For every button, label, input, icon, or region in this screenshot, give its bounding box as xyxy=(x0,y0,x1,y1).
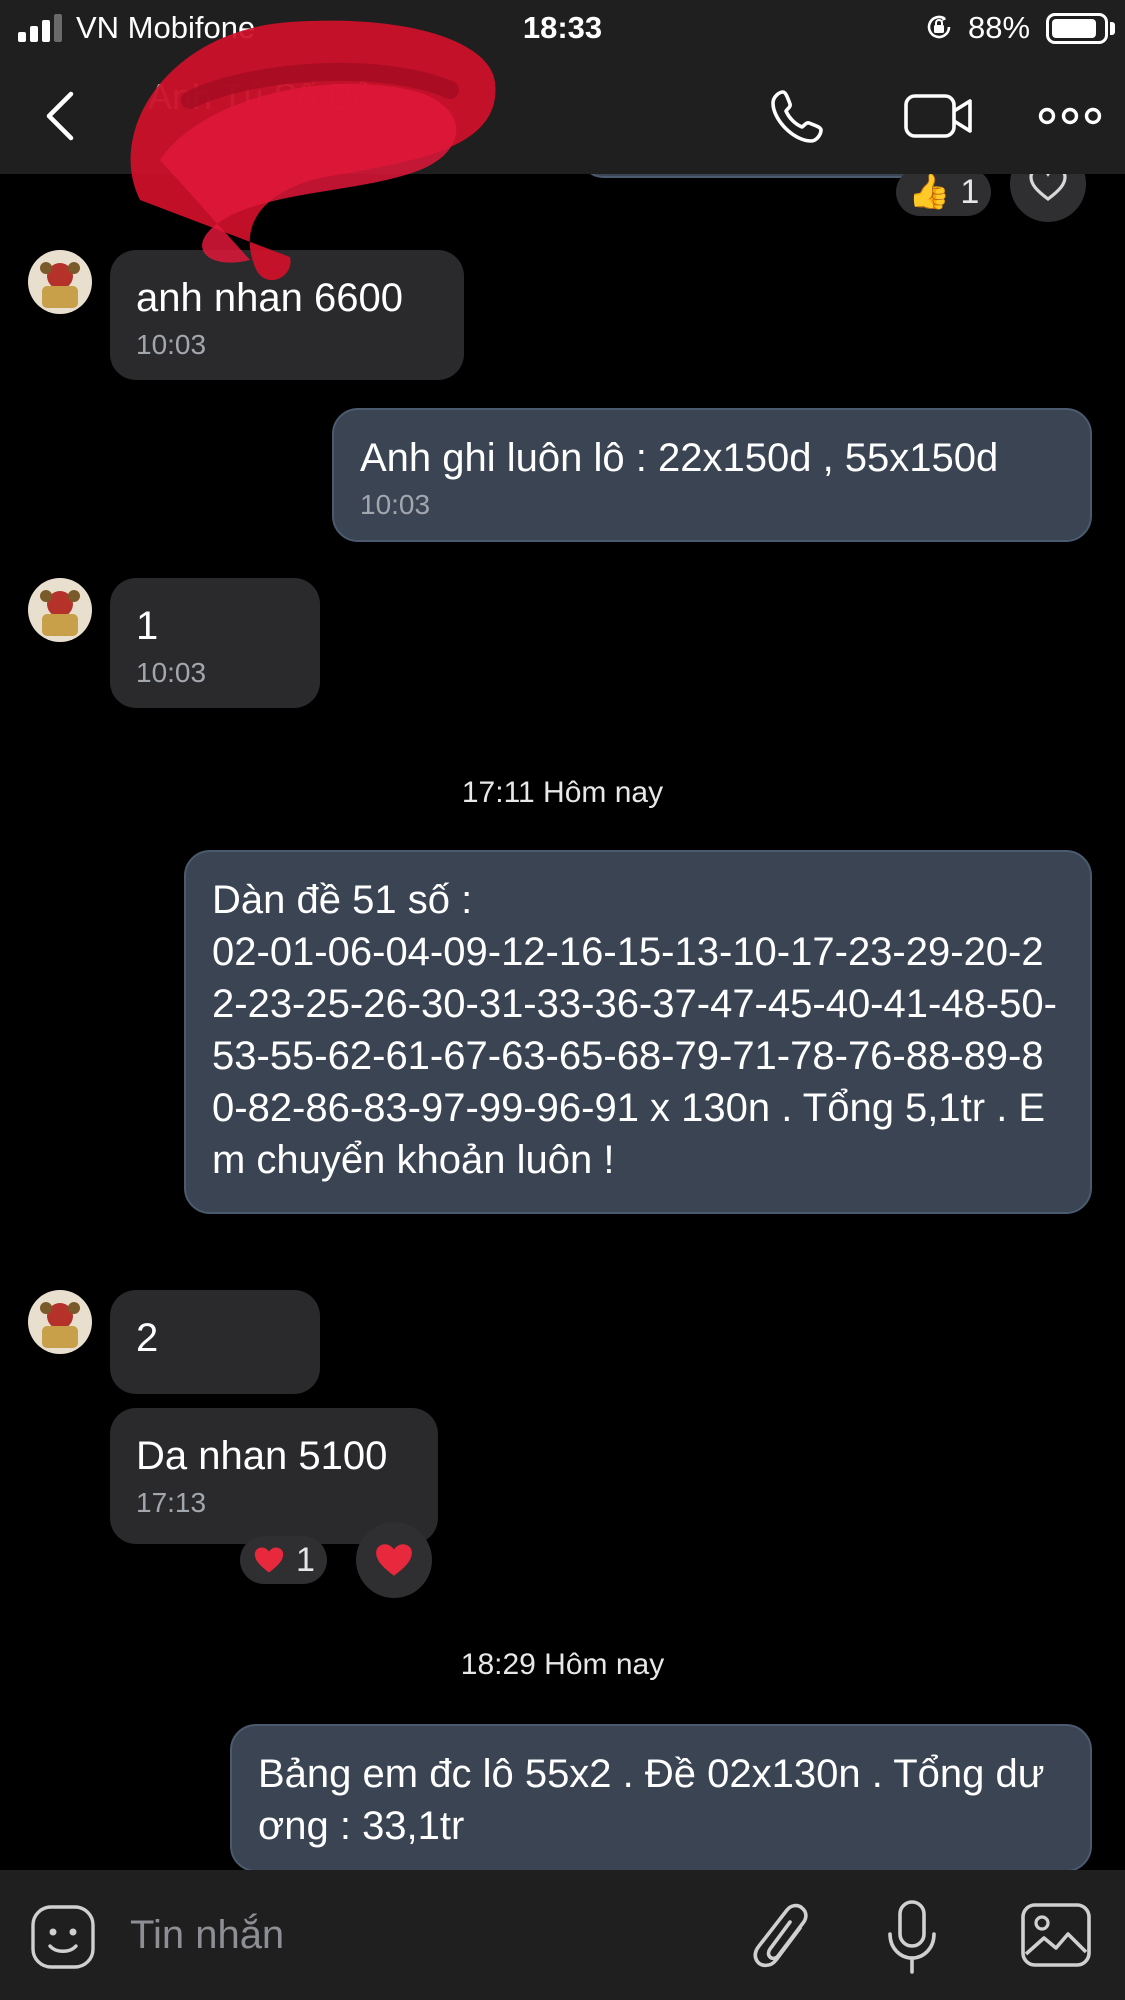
message-bubble[interactable]: 2 xyxy=(110,1290,320,1394)
message-text: 2 xyxy=(136,1316,159,1360)
battery-icon xyxy=(1046,13,1108,44)
battery-tip xyxy=(1110,22,1115,35)
avatar-image xyxy=(28,250,92,314)
message-text: Anh ghi luôn lô : 22x150d , 55x150d xyxy=(360,436,999,480)
date-separator: 18:29 Hôm nay xyxy=(460,1648,665,1681)
avatar[interactable] xyxy=(28,250,92,314)
message-time: 10:03 xyxy=(136,329,207,360)
reaction-count: 1 xyxy=(296,1540,315,1579)
voice-call-button[interactable] xyxy=(758,58,838,174)
message-bubble[interactable]: 1 10:03 xyxy=(110,578,320,708)
message-input[interactable] xyxy=(128,1900,728,1970)
sticker-icon[interactable] xyxy=(30,1904,96,1970)
video-call-button[interactable] xyxy=(890,58,988,174)
date-separator: 17:11 Hôm nay xyxy=(461,776,664,809)
phone-icon xyxy=(771,90,823,143)
video-camera-icon xyxy=(904,94,972,138)
image-icon[interactable] xyxy=(1020,1902,1092,1968)
avatar-image xyxy=(28,578,92,642)
message-text: Bảng em đc lô 55x2 . Đề 02x130n . Tổng d… xyxy=(258,1752,1045,1848)
message-time: 17:13 xyxy=(136,1487,207,1518)
battery-level xyxy=(1052,19,1096,38)
message-text: anh nhan 6600 xyxy=(136,276,403,320)
rotation-lock-icon xyxy=(927,15,951,39)
message-bubble[interactable]: Dàn đề 51 số : 02-01-06-04-09-12-16-15-1… xyxy=(184,850,1092,1214)
thumbs-up-icon: 👍 xyxy=(908,174,951,211)
message-bubble[interactable]: anh nhan 6600 10:03 xyxy=(110,250,464,380)
message-list[interactable]: 👍 1 anh nhan 6600 10:03 Anh ghi luôn lô … xyxy=(0,174,1125,1870)
message-text: Da nhan 5100 xyxy=(136,1434,388,1478)
message-text: Dàn đề 51 số : 02-01-06-04-09-12-16-15-1… xyxy=(212,878,1057,1182)
avatar-image xyxy=(28,1290,92,1354)
message-text: 1 xyxy=(136,604,159,648)
avatar[interactable] xyxy=(28,1290,92,1354)
chevron-left-icon xyxy=(46,91,74,141)
contact-name[interactable]: Anh Tú Sổ Đỏ xyxy=(148,76,373,118)
message-bubble[interactable]: Bảng em đc lô 55x2 . Đề 02x130n . Tổng d… xyxy=(230,1724,1092,1870)
reaction-summary[interactable]: 1 xyxy=(240,1536,327,1584)
composer-bar xyxy=(0,1870,1125,2000)
react-button[interactable] xyxy=(1010,174,1086,222)
message-time: 10:03 xyxy=(136,657,207,688)
status-bar: VN Mobifone 18:33 88% xyxy=(0,0,1125,58)
back-button[interactable] xyxy=(20,58,100,174)
more-icon xyxy=(1038,107,1102,125)
avatar[interactable] xyxy=(28,578,92,642)
heart-icon xyxy=(376,1544,412,1576)
paperclip-icon[interactable] xyxy=(752,1900,816,1976)
reaction-summary[interactable]: 👍 1 xyxy=(896,174,992,216)
message-bubble[interactable]: Anh ghi luôn lô : 22x150d , 55x150d 10:0… xyxy=(332,408,1092,542)
reaction-count: 1 xyxy=(960,174,980,211)
heart-outline-icon xyxy=(1029,174,1067,202)
status-time: 18:33 xyxy=(522,10,603,45)
heart-icon xyxy=(254,1547,284,1573)
message-time: 10:03 xyxy=(360,489,431,520)
chat-header: Anh Tú Sổ Đỏ xyxy=(0,58,1125,174)
more-options-button[interactable] xyxy=(1030,58,1110,174)
microphone-icon[interactable] xyxy=(884,1898,940,1978)
battery-percent: 88% xyxy=(968,10,1031,45)
react-button[interactable] xyxy=(356,1522,432,1598)
